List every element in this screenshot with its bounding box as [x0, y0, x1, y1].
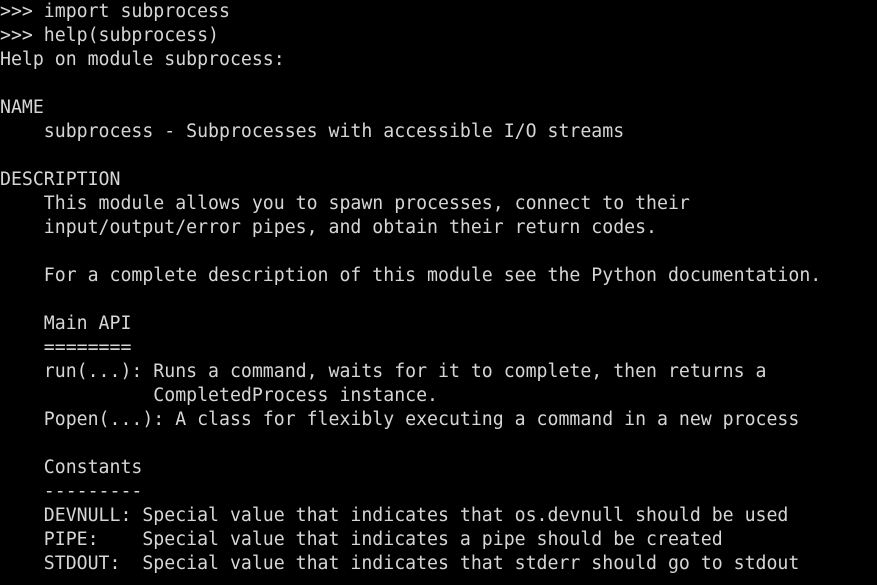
terminal-screen[interactable]: >>> import subprocess >>> help(subprocess…: [0, 0, 877, 585]
terminal-output-line: run(...): Runs a command, waits for it t…: [0, 361, 767, 382]
terminal-output-line: Constants: [0, 457, 143, 478]
terminal-output-line: Help on module subprocess:: [0, 49, 285, 70]
terminal-output-line: This module allows you to spawn processe…: [0, 193, 690, 214]
terminal-output-line: DESCRIPTION: [0, 169, 121, 190]
terminal-input-line: >>> import subprocess: [0, 1, 230, 22]
terminal-output-line: CompletedProcess instance.: [0, 385, 438, 406]
terminal-output-line: input/output/error pipes, and obtain the…: [0, 217, 657, 238]
terminal-output-line: PIPE: Special value that indicates a pip…: [0, 529, 723, 550]
terminal-output-line: ========: [0, 337, 132, 358]
terminal-output-line: For a complete description of this modul…: [0, 265, 822, 286]
terminal-output-line: STDOUT: Special value that indicates tha…: [0, 553, 800, 574]
terminal-output-line: ---------: [0, 481, 143, 502]
terminal-output-line: subprocess - Subprocesses with accessibl…: [0, 121, 625, 142]
terminal-input-line: >>> help(subprocess): [0, 25, 219, 46]
terminal-output-line: Popen(...): A class for flexibly executi…: [0, 409, 800, 430]
terminal-output-line: DEVNULL: Special value that indicates th…: [0, 505, 789, 526]
terminal-output-line: Main API: [0, 313, 132, 334]
terminal-output-line: NAME: [0, 97, 44, 118]
